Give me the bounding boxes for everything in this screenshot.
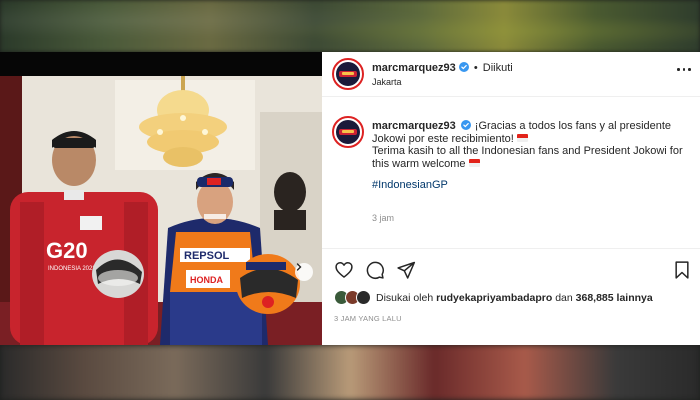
share-icon[interactable] — [396, 260, 416, 280]
separator-dot: • — [470, 62, 481, 74]
liker-avatars[interactable] — [334, 290, 372, 306]
post-timestamp[interactable]: 3 JAM YANG LALU — [334, 314, 402, 323]
post-caption: marcmarquez93 ¡Gracias a todos los fans y… — [372, 120, 694, 192]
likes-suffix[interactable]: lainnya — [617, 292, 653, 304]
next-arrow-icon — [296, 263, 302, 271]
helmet-right — [236, 254, 300, 314]
caption-username[interactable]: marcmarquez93 — [372, 120, 456, 132]
likes-user-link[interactable]: rudyekapriyambadapro — [436, 292, 552, 304]
more-options-icon[interactable] — [676, 66, 692, 72]
svg-text:REPSOL: REPSOL — [184, 250, 230, 262]
header-divider — [322, 96, 700, 97]
helmet-left — [92, 250, 144, 298]
blurred-background-bottom — [0, 345, 700, 400]
post-location[interactable]: Jakarta — [372, 77, 402, 87]
post-header: marcmarquez93 • Diikuti — [372, 62, 513, 74]
post-photo[interactable]: G20 INDONESIA 2022 REPSOL HONDA — [0, 52, 322, 345]
post-details-panel: marcmarquez93 • Diikuti Jakarta marcmarq… — [322, 52, 700, 345]
follow-status-button[interactable]: Diikuti — [483, 62, 513, 74]
photo-illustration: G20 INDONESIA 2022 REPSOL HONDA — [0, 52, 322, 345]
verified-badge-icon — [458, 62, 469, 72]
heart-icon[interactable] — [334, 260, 354, 280]
likes-summary: Disukai oleh rudyekapriyambadapro dan 36… — [334, 290, 653, 306]
avatar-image — [336, 120, 360, 144]
blurred-background-top — [0, 0, 700, 52]
author-avatar[interactable] — [332, 58, 364, 90]
bookmark-icon[interactable] — [672, 260, 692, 280]
likes-prefix: Disukai oleh — [376, 292, 434, 304]
post-actions — [334, 260, 692, 280]
svg-text:G20: G20 — [46, 238, 88, 263]
liker-avatar — [356, 290, 371, 305]
next-photo-button[interactable] — [295, 263, 313, 281]
caption-timestamp: 3 jam — [372, 213, 395, 223]
caption-line-indonesian: Terima kasih to all the Indonesian fans … — [372, 145, 683, 170]
comment-icon[interactable] — [365, 260, 385, 280]
indonesia-flag-icon — [468, 158, 480, 167]
svg-text:HONDA: HONDA — [190, 275, 223, 285]
actions-divider — [322, 248, 700, 249]
likes-connector: dan — [555, 292, 573, 304]
verified-badge-icon — [460, 120, 471, 130]
author-username[interactable]: marcmarquez93 — [372, 62, 456, 74]
hashtag-link[interactable]: #IndonesianGP — [372, 179, 448, 192]
likes-count[interactable]: 368,885 — [576, 292, 614, 304]
svg-text:INDONESIA 2022: INDONESIA 2022 — [48, 266, 96, 272]
caption-author-avatar[interactable] — [332, 116, 364, 148]
indonesia-flag-icon — [516, 133, 528, 142]
avatar-image — [336, 62, 360, 86]
